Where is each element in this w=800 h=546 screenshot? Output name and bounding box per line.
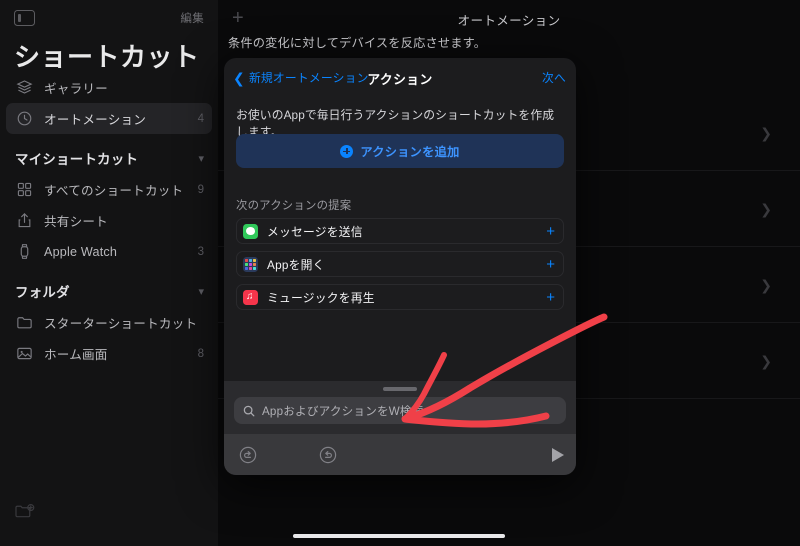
music-app-icon: [243, 289, 258, 305]
chevron-right-icon: ❯: [760, 124, 772, 141]
search-icon: [243, 405, 255, 417]
sidebar-item-starter-shortcuts[interactable]: スターターショートカット: [6, 307, 212, 338]
new-automation-sheet: ❮ 新規オートメーション アクション 次へ お使いのAppで毎日行うアクションの…: [224, 58, 576, 475]
sidebar-item-label: 共有シート: [44, 215, 108, 229]
sidebar-item-count: 4: [197, 112, 204, 125]
search-input[interactable]: AppおよびアクションをW検索: [234, 397, 566, 424]
sidebar-toggle-icon[interactable]: [14, 10, 35, 26]
sidebar-list: ギャラリー オートメーション 4 マイショートカット ▾ すべてのショートカット…: [0, 72, 218, 369]
sheet-navigation-bar: ❮ 新規オートメーション アクション 次へ: [224, 58, 576, 96]
sheet-title: アクション: [367, 72, 433, 87]
page-subtitle: 条件の変化に対してデバイスを反応させます。: [228, 36, 487, 50]
gallery-stack-icon: [15, 78, 34, 97]
sidebar-item-count: 8: [197, 347, 204, 360]
search-placeholder: AppおよびアクションをW検索: [262, 404, 424, 418]
sidebar-item-automation[interactable]: オートメーション 4: [6, 103, 212, 134]
chevron-right-icon: ❯: [760, 276, 772, 293]
sidebar-item-gallery[interactable]: ギャラリー: [6, 72, 212, 103]
sidebar-item-share-sheet[interactable]: 共有シート: [6, 205, 212, 236]
sheet-toolbar: [224, 434, 576, 475]
drag-handle[interactable]: [383, 387, 417, 391]
chevron-down-icon[interactable]: ▾: [198, 152, 204, 165]
sidebar-item-label: ホーム画面: [44, 348, 108, 362]
chevron-right-icon: ❯: [760, 200, 772, 217]
app-grid-icon: [243, 256, 258, 272]
sidebar-item-count: 3: [197, 245, 204, 258]
search-tray: AppおよびアクションをW検索: [224, 381, 576, 434]
sidebar-item-label: ギャラリー: [44, 82, 108, 96]
sidebar: 編集 ショートカット ギャラリー オートメーション 4 マイショートカット ▾ …: [0, 0, 218, 546]
sidebar-group-my-shortcuts[interactable]: マイショートカット ▾: [6, 143, 212, 173]
suggestion-row-send-message[interactable]: メッセージを送信 +: [236, 218, 564, 244]
suggestion-label: ミュージックを再生: [267, 290, 375, 305]
home-indicator: [293, 534, 505, 538]
suggestion-row-open-app[interactable]: Appを開く +: [236, 251, 564, 277]
messages-app-icon: [243, 223, 258, 239]
suggestion-label: メッセージを送信: [267, 224, 363, 239]
folder-icon: [15, 313, 34, 332]
sidebar-item-label: Apple Watch: [44, 244, 118, 259]
suggestions-header: 次のアクションの提案: [236, 200, 352, 212]
automation-clock-icon: [15, 109, 34, 128]
redo-icon[interactable]: [318, 445, 338, 465]
plus-icon[interactable]: +: [546, 224, 555, 239]
sidebar-title: ショートカット: [14, 42, 200, 72]
sidebar-item-label: すべてのショートカット: [44, 184, 184, 198]
grid-squares-icon: [15, 180, 34, 199]
share-sheet-icon: [15, 211, 34, 230]
add-action-label: アクションを追加: [360, 145, 460, 159]
new-folder-icon[interactable]: [14, 502, 36, 520]
sidebar-topbar: 編集: [0, 4, 218, 34]
photo-icon: [15, 344, 34, 363]
add-action-button[interactable]: アクションを追加: [236, 134, 564, 168]
sidebar-item-apple-watch[interactable]: Apple Watch 3: [6, 236, 212, 267]
sidebar-item-count: 9: [197, 183, 204, 196]
suggestion-label: Appを開く: [267, 257, 325, 272]
suggestions-list: メッセージを送信 + Appを開く + ♫ ミュージックを再生 +: [236, 218, 564, 317]
sidebar-group-folders[interactable]: フォルダ ▾: [6, 276, 212, 306]
plus-icon[interactable]: +: [546, 290, 555, 305]
apple-watch-icon: [15, 242, 34, 261]
play-icon[interactable]: [552, 447, 564, 462]
sidebar-group-label: フォルダ: [15, 285, 70, 300]
chevron-down-icon[interactable]: ▾: [198, 285, 204, 298]
page-title: オートメーション: [457, 14, 561, 28]
app-root: 編集 ショートカット ギャラリー オートメーション 4 マイショートカット ▾ …: [0, 0, 800, 546]
sidebar-item-all-shortcuts[interactable]: すべてのショートカット 9: [6, 174, 212, 205]
suggestion-row-play-music[interactable]: ミュージックを再生 +: [236, 284, 564, 310]
sidebar-item-label: スターターショートカット: [44, 317, 198, 331]
chevron-right-icon: ❯: [760, 352, 772, 369]
next-button[interactable]: 次へ: [542, 69, 566, 86]
sidebar-item-label: オートメーション: [44, 113, 147, 127]
sidebar-edit-button[interactable]: 編集: [180, 10, 204, 26]
sidebar-group-label: マイショートカット: [15, 152, 139, 167]
sidebar-item-home-screen[interactable]: ホーム画面 8: [6, 338, 212, 369]
plus-circle-icon: [340, 144, 354, 158]
undo-icon[interactable]: [238, 445, 258, 465]
plus-icon[interactable]: +: [546, 257, 555, 272]
